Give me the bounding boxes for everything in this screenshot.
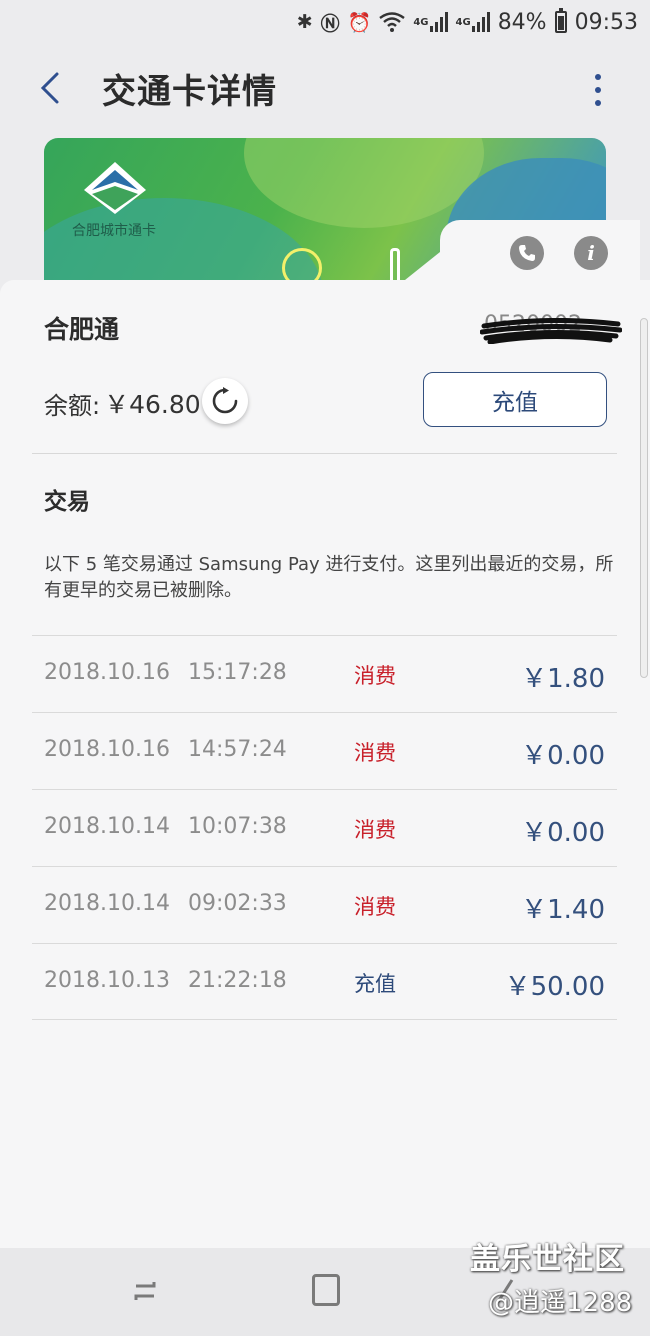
- refresh-button[interactable]: [202, 378, 248, 424]
- transaction-date: 2018.10.14: [44, 814, 170, 839]
- network-type-label: 4G: [413, 16, 429, 28]
- page-title: 交通卡详情: [102, 71, 277, 112]
- transaction-type: 消费: [354, 818, 396, 842]
- transaction-amount: ￥0.00: [521, 741, 605, 771]
- divider: [32, 453, 617, 454]
- nfc-icon: Ⓝ: [320, 12, 340, 35]
- transaction-date: 2018.10.13: [44, 968, 170, 993]
- transaction-row[interactable]: 2018.10.16 15:17:28 消费 ￥1.80: [32, 635, 617, 712]
- transaction-amount: ￥1.80: [521, 664, 605, 694]
- transaction-amount: ￥50.00: [504, 972, 605, 1002]
- topup-button[interactable]: 充值: [423, 372, 607, 427]
- signal-icon: 4G: [413, 10, 448, 34]
- watermark-community: 盖乐世社区: [470, 1242, 625, 1277]
- battery-icon: [554, 8, 567, 33]
- recent-apps-icon: [134, 1282, 156, 1300]
- transaction-type: 消费: [354, 741, 396, 765]
- chevron-left-icon: [40, 72, 59, 104]
- balance-label: 余额:: [44, 391, 101, 420]
- transaction-row[interactable]: 2018.10.16 14:57:24 消费 ￥0.00: [32, 712, 617, 789]
- back-button[interactable]: [20, 58, 80, 118]
- transactions-notice: 以下 5 笔交易通过 Samsung Pay 进行支付。这里列出最近的交易，所有…: [44, 554, 614, 601]
- recent-apps-button[interactable]: [130, 1276, 160, 1306]
- card-brand-label: 合肥城市通卡: [72, 223, 156, 239]
- transaction-type: 充值: [354, 972, 396, 996]
- scrollbar[interactable]: [640, 318, 648, 678]
- transaction-time: 09:02:33: [188, 891, 287, 916]
- transactions-title: 交易: [44, 489, 90, 515]
- watermark-user: @逍遥1288: [488, 1288, 633, 1318]
- app-bar: 交通卡详情: [0, 48, 650, 128]
- transaction-row[interactable]: 2018.10.14 09:02:33 消费 ￥1.40: [32, 866, 617, 943]
- transaction-type: 消费: [354, 895, 396, 919]
- network-type-label: 4G: [455, 16, 471, 28]
- transaction-row[interactable]: 2018.10.14 10:07:38 消费 ￥0.00: [32, 789, 617, 866]
- transaction-row[interactable]: 2018.10.13 21:22:18 充值 ￥50.00: [32, 943, 617, 1020]
- transaction-time: 21:22:18: [188, 968, 287, 993]
- battery-percent: 84%: [497, 9, 547, 35]
- card-logo-icon: [84, 162, 146, 214]
- transaction-amount: ￥1.40: [521, 895, 605, 925]
- transaction-list: 2018.10.16 15:17:28 消费 ￥1.80 2018.10.16 …: [32, 635, 617, 1020]
- balance-value: ￥46.80: [104, 390, 201, 419]
- phone-icon[interactable]: [510, 236, 544, 270]
- transaction-time: 10:07:38: [188, 814, 287, 839]
- redaction-scribble: [480, 318, 622, 344]
- transaction-date: 2018.10.16: [44, 660, 170, 685]
- home-button[interactable]: [312, 1274, 340, 1306]
- alarm-icon: ⏰: [347, 11, 372, 34]
- info-icon[interactable]: i: [574, 236, 608, 270]
- transaction-time: 14:57:24: [188, 737, 287, 762]
- more-vert-icon: [595, 74, 601, 80]
- status-bar: ✱ Ⓝ ⏰ 4G 4G 84% 09:53: [0, 0, 650, 44]
- more-options-button[interactable]: [586, 70, 610, 110]
- bluetooth-icon: ✱: [296, 11, 313, 33]
- transaction-type: 消费: [354, 664, 396, 688]
- transaction-date: 2018.10.14: [44, 891, 170, 916]
- balance: 余额: ￥46.80: [44, 385, 201, 421]
- wifi-icon: [379, 10, 406, 34]
- transaction-date: 2018.10.16: [44, 737, 170, 762]
- transaction-amount: ￥0.00: [521, 818, 605, 848]
- screen: ✱ Ⓝ ⏰ 4G 4G 84% 09:53 交通卡详情 合肥城市通卡 i 合肥通…: [0, 0, 650, 1336]
- signal-icon: 4G: [456, 10, 490, 34]
- refresh-icon: [212, 387, 238, 414]
- card-title: 合肥通: [44, 315, 120, 344]
- transaction-time: 15:17:28: [188, 660, 287, 685]
- status-time: 09:53: [574, 9, 638, 35]
